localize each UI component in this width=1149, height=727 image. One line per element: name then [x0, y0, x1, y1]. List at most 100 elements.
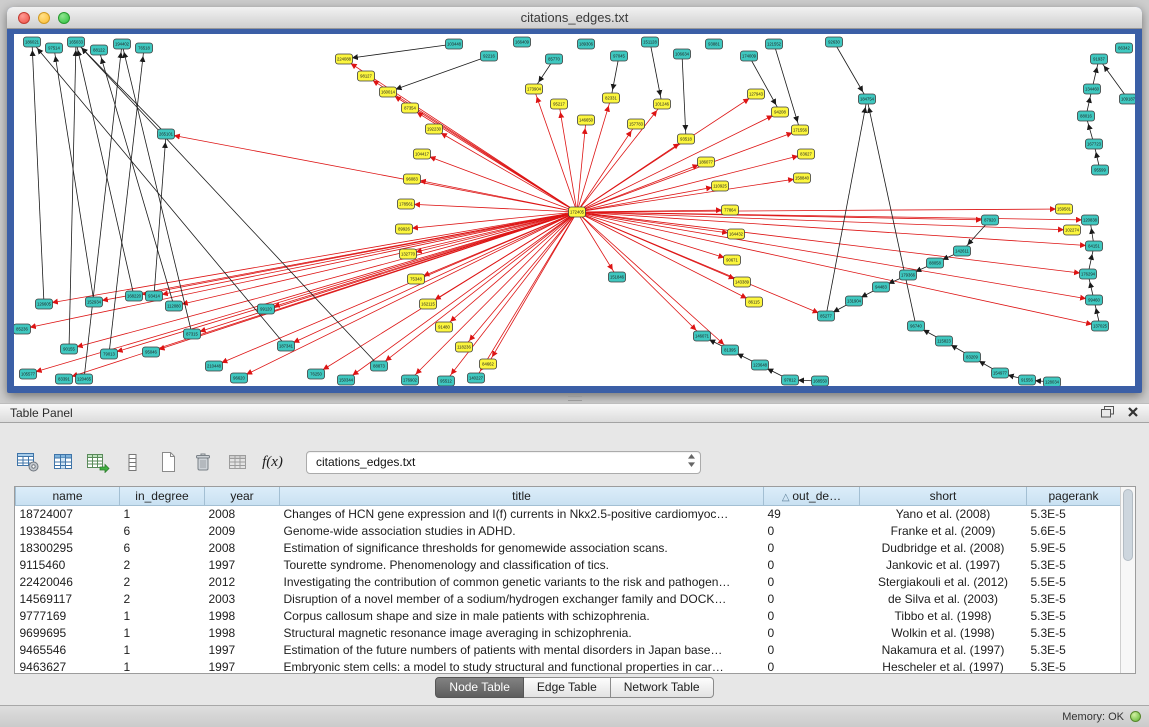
graph-node[interactable]: 186021	[24, 37, 41, 47]
graph-node[interactable]: 96620	[231, 373, 248, 383]
graph-node[interactable]: 88873	[371, 361, 388, 371]
graph-edge[interactable]	[406, 204, 577, 212]
graph-node[interactable]: 97812	[782, 375, 799, 385]
graph-node[interactable]: 134460	[1084, 84, 1101, 94]
graph-edge[interactable]	[434, 129, 577, 212]
graph-node[interactable]: 146071	[694, 331, 711, 341]
table-row[interactable]: 1456911722003Disruption of a novel membe…	[16, 590, 1121, 607]
graph-node[interactable]: 84151	[1086, 241, 1103, 251]
column-header-year[interactable]: year	[205, 487, 280, 505]
table-cell[interactable]: 19384554	[16, 522, 120, 539]
graph-node[interactable]: 81395	[722, 345, 739, 355]
graph-node[interactable]: 94208	[772, 107, 789, 117]
table-source-dropdown[interactable]: citations_edges.txt	[306, 451, 701, 474]
graph-node[interactable]: 97045	[611, 51, 628, 61]
table-cell[interactable]: Estimation of significance thresholds fo…	[280, 539, 764, 556]
graph-node[interactable]: 143389	[734, 277, 751, 287]
graph-node[interactable]: 157783	[628, 119, 645, 129]
table-cell[interactable]: 0	[764, 607, 860, 624]
graph-node[interactable]: 95512	[438, 376, 455, 386]
graph-node[interactable]: 178561	[398, 199, 415, 209]
graph-edge[interactable]	[154, 212, 577, 296]
graph-node[interactable]: 96083	[404, 174, 421, 184]
table-cell[interactable]: 1	[120, 658, 205, 674]
graph-node[interactable]: 176294	[1080, 269, 1097, 279]
graph-node[interactable]: 160014	[380, 87, 397, 97]
column-header-out_de[interactable]: △ out_de…	[764, 487, 860, 505]
close-panel-icon[interactable]	[1127, 406, 1139, 421]
zoom-window-button[interactable]	[58, 12, 70, 24]
table-cell[interactable]: 2008	[205, 539, 280, 556]
graph-node[interactable]: 87920	[982, 215, 999, 225]
graph-node[interactable]: 99120	[258, 304, 275, 314]
graph-edge[interactable]	[577, 94, 756, 212]
table-cell[interactable]: Disruption of a novel member of a sodium…	[280, 590, 764, 607]
graph-node[interactable]: 186077	[698, 157, 715, 167]
table-cell[interactable]: Wolkin et al. (1998)	[860, 624, 1027, 641]
table-cell[interactable]: 49	[764, 505, 860, 522]
graph-node[interactable]: 118236	[456, 342, 473, 352]
table-row[interactable]: 1938455462009Genome-wide association stu…	[16, 522, 1121, 539]
table-cell[interactable]: 2009	[205, 522, 280, 539]
graph-node[interactable]: 194402	[114, 39, 131, 49]
table-cell[interactable]: 1	[120, 505, 205, 522]
table-row[interactable]: 969969511998Structural magnetic resonanc…	[16, 624, 1121, 641]
graph-edge[interactable]	[577, 212, 702, 336]
graph-node[interactable]: 152934	[86, 297, 103, 307]
graph-node[interactable]: 121552	[766, 39, 783, 49]
graph-edge[interactable]	[54, 48, 94, 302]
graph-edge[interactable]	[32, 42, 44, 304]
graph-edge[interactable]	[1099, 59, 1128, 99]
graph-node[interactable]: 93414	[146, 291, 163, 301]
graph-node[interactable]: 164432	[728, 229, 745, 239]
scrollbar-thumb[interactable]	[1123, 489, 1133, 561]
column-header-in_degree[interactable]: in_degree	[120, 487, 205, 505]
graph-edge[interactable]	[76, 42, 379, 366]
new-table-icon[interactable]	[152, 448, 183, 476]
graph-node[interactable]: 93881	[706, 39, 723, 49]
graph-node[interactable]: 151846	[609, 272, 626, 282]
table-row[interactable]: 977716911998Corpus callosum shape and si…	[16, 607, 1121, 624]
graph-node[interactable]: 82331	[603, 93, 620, 103]
graph-node[interactable]: 120838	[1082, 215, 1099, 225]
graph-edge[interactable]	[577, 212, 732, 260]
graph-node[interactable]: 85770	[546, 54, 563, 64]
column-header-pagerank[interactable]: pagerank	[1027, 487, 1121, 505]
graph-node[interactable]: 176902	[402, 375, 419, 385]
column-header-short[interactable]: short	[860, 487, 1027, 505]
graph-node[interactable]: 86115	[746, 297, 763, 307]
graph-edge[interactable]	[682, 54, 686, 139]
graph-node[interactable]: 87315	[184, 329, 201, 339]
table-row[interactable]: 946362711997Embryonic stem cells: a mode…	[16, 658, 1121, 674]
table-cell[interactable]: 0	[764, 658, 860, 674]
graph-edge[interactable]	[577, 154, 806, 212]
table-cell[interactable]: 0	[764, 539, 860, 556]
column-header-name[interactable]: name	[16, 487, 120, 505]
graph-node[interactable]: 179366	[900, 270, 917, 280]
graph-node[interactable]: 127943	[748, 89, 765, 99]
graph-edge[interactable]	[577, 212, 1094, 300]
graph-node[interactable]: 162115	[420, 299, 437, 309]
table-cell[interactable]: 0	[764, 556, 860, 573]
table-row[interactable]: 1872400712008Changes of HCN gene express…	[16, 505, 1121, 522]
graph-node[interactable]: 171556	[792, 125, 809, 135]
graph-edge[interactable]	[749, 56, 780, 112]
table-cell[interactable]: 18300295	[16, 539, 120, 556]
graph-node[interactable]: 83209	[964, 352, 981, 362]
graph-node[interactable]: 88122	[91, 45, 108, 55]
graph-edge[interactable]	[577, 209, 1064, 212]
table-cell[interactable]: 1	[120, 607, 205, 624]
table-cell[interactable]: Changes of HCN gene expression and I(f) …	[280, 505, 764, 522]
graph-node[interactable]: 172405	[569, 207, 586, 217]
graph-node[interactable]: 168220	[126, 291, 143, 301]
graph-node[interactable]: 189306	[578, 39, 595, 49]
graph-node[interactable]: 96740	[908, 321, 925, 331]
table-cell[interactable]: Stergiakouli et al. (2012)	[860, 573, 1027, 590]
graph-node[interactable]: 79013	[101, 349, 118, 359]
table-cell[interactable]: Estimation of the future numbers of pati…	[280, 641, 764, 658]
graph-node[interactable]: 88016	[1078, 111, 1095, 121]
table-row[interactable]: 1830029562008Estimation of significance …	[16, 539, 1121, 556]
panel-resize-handle[interactable]	[568, 396, 582, 401]
table-row[interactable]: 946554611997Estimation of the future num…	[16, 641, 1121, 658]
graph-node[interactable]: 97514	[46, 43, 63, 53]
